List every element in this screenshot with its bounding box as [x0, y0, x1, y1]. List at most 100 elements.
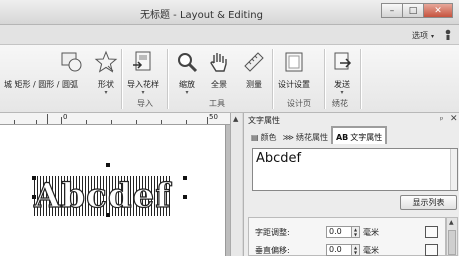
canvas-vertical-scrollbar[interactable]: ▲: [230, 113, 242, 256]
import-pattern-icon: [130, 49, 156, 75]
design-settings-button[interactable]: 设计设置: [278, 49, 310, 90]
spinner-icon[interactable]: ▲ ▼: [352, 244, 360, 256]
import-pattern-button[interactable]: 导入花样 ▾: [127, 49, 159, 96]
embroidery-text-object[interactable]: Abcdef: [33, 175, 171, 217]
measure-button[interactable]: 测量: [241, 49, 267, 90]
reset-icon[interactable]: [425, 226, 438, 238]
selection-handle[interactable]: [32, 195, 36, 199]
text-properties-panel: 文字属性 ᵖ ✕ ▤ 颜色 ⋙ 绣花属性 AB 文字属性 Abcdef 显示列表…: [243, 113, 459, 256]
scroll-thumb[interactable]: [448, 230, 456, 255]
property-row-vertical-offset: 垂直偏移: 0.0 ▲ ▼ 毫米: [255, 243, 438, 256]
design-settings-label: 设计设置: [278, 80, 310, 89]
group-label-embroider: 绣花: [332, 99, 348, 108]
ruler-tick: [136, 120, 137, 124]
ruler-label: 50: [209, 113, 218, 121]
shape-button[interactable]: 形状 ▾: [93, 49, 119, 96]
pan-button[interactable]: 全景: [206, 49, 232, 90]
title-bar: 无标题 - Layout & Editing – □ ✕: [0, 0, 459, 25]
property-label: 字距调整:: [255, 227, 290, 237]
close-button[interactable]: ✕: [423, 3, 453, 18]
group-label-tools: 工具: [209, 99, 225, 108]
selection-handle[interactable]: [183, 195, 187, 199]
shape-rect-circle-icon: [58, 49, 84, 75]
reset-icon[interactable]: [425, 244, 438, 256]
ruler-tick: [47, 114, 48, 124]
chevron-down-icon: ▾: [104, 89, 108, 96]
property-list: 字距调整: 0.0 ▲ ▼ 毫米 垂直偏移: 0.0 ▲ ▼ 毫米: [248, 217, 446, 256]
ribbon: 城 矩形 / 圆形 / 圆弧 形状 ▾ 导入花样 ▾ 导入 缩放 ▾ 全景 工具: [0, 45, 459, 113]
ruler-tick: [14, 120, 15, 124]
property-list-scrollbar[interactable]: ▲: [446, 217, 458, 256]
panel-close-icon[interactable]: ✕: [450, 114, 458, 124]
text-ab-icon: AB: [335, 132, 349, 142]
chevron-down-icon: ▾: [340, 89, 344, 96]
tab-color-label: 颜色: [260, 132, 277, 142]
options-menu[interactable]: 选项 ▾: [412, 30, 434, 41]
vertical-offset-input[interactable]: 0.0: [326, 244, 352, 256]
unit-label: 毫米: [363, 227, 379, 237]
ruler-tick: [207, 117, 208, 124]
property-row-kerning: 字距调整: 0.0 ▲ ▼ 毫米: [255, 225, 438, 239]
ruler-icon: [241, 49, 267, 75]
spinner-icon[interactable]: ▲ ▼: [352, 226, 360, 238]
unit-label: 毫米: [363, 245, 379, 255]
ribbon-divider: [272, 49, 273, 109]
rectangle-circle-arc-button[interactable]: 城 矩形 / 圆形 / 圆弧: [0, 49, 84, 90]
send-icon: [329, 49, 355, 75]
selection-handle[interactable]: [106, 213, 110, 217]
show-list-button[interactable]: 显示列表: [400, 195, 457, 210]
ruler-tick: [161, 120, 162, 124]
ribbon-divider: [324, 49, 325, 109]
chevron-down-icon: ▾: [185, 89, 189, 96]
chevron-down-icon: ▾: [141, 89, 145, 96]
rotation-handle[interactable]: [106, 163, 110, 167]
window-controls: – □ ✕: [381, 3, 453, 18]
textbox-scrollbar[interactable]: [450, 149, 457, 190]
kerning-input[interactable]: 0.0: [326, 226, 352, 238]
selection-handle[interactable]: [183, 176, 187, 180]
color-list-icon: ▤: [251, 132, 259, 142]
hand-icon: [206, 49, 232, 75]
stitch-icon: ⋙: [282, 132, 294, 142]
pan-label: 全景: [211, 80, 227, 89]
text-input-box[interactable]: Abcdef: [252, 148, 458, 191]
maximize-button[interactable]: □: [402, 3, 424, 18]
ruler-tick: [36, 120, 37, 124]
tab-color[interactable]: ▤ 颜色: [248, 128, 280, 144]
panel-title: 文字属性: [248, 116, 280, 125]
property-label: 垂直偏移:: [255, 245, 290, 255]
horizontal-ruler: 0 50: [0, 113, 230, 125]
tab-embroidery-label: 绣花属性: [295, 132, 328, 142]
help-icon[interactable]: [443, 29, 453, 40]
send-button[interactable]: 发送 ▾: [329, 49, 355, 96]
tab-text-label: 文字属性: [350, 132, 383, 142]
pin-icon[interactable]: ᵖ: [440, 115, 443, 124]
ruler-tick: [186, 120, 187, 124]
ribbon-divider: [360, 49, 361, 109]
minimize-button[interactable]: –: [381, 3, 403, 18]
tab-embroidery-attributes[interactable]: ⋙ 绣花属性: [280, 128, 331, 144]
tab-text-attributes[interactable]: AB 文字属性: [330, 126, 388, 144]
group-label-import: 导入: [137, 99, 153, 108]
ruler-label: 0: [63, 113, 68, 121]
chevron-down-icon: ▾: [431, 33, 435, 40]
group-label-design-page: 设计页: [287, 99, 311, 108]
rectangle-circle-arc-label: 城 矩形 / 圆形 / 圆弧: [3, 80, 79, 89]
zoom-button[interactable]: 缩放 ▾: [174, 49, 200, 96]
options-label: 选项: [412, 31, 428, 40]
menu-strip: 选项 ▾: [0, 25, 459, 45]
design-page-icon: [281, 49, 307, 75]
ribbon-divider: [167, 49, 168, 109]
panel-tabs: ▤ 颜色 ⋙ 绣花属性 AB 文字属性: [248, 126, 388, 144]
scroll-up-icon[interactable]: ▲: [449, 219, 454, 226]
selection-handle[interactable]: [32, 176, 36, 180]
window-title: 无标题 - Layout & Editing: [140, 10, 263, 21]
ruler-tick: [111, 120, 112, 124]
ribbon-divider: [121, 49, 122, 109]
ruler-tick: [61, 117, 62, 124]
magnifier-icon: [174, 49, 200, 75]
text-input-value: Abcdef: [256, 151, 302, 166]
star-icon: [93, 49, 119, 75]
measure-label: 测量: [246, 80, 262, 89]
scroll-up-icon[interactable]: ▲: [233, 115, 238, 123]
